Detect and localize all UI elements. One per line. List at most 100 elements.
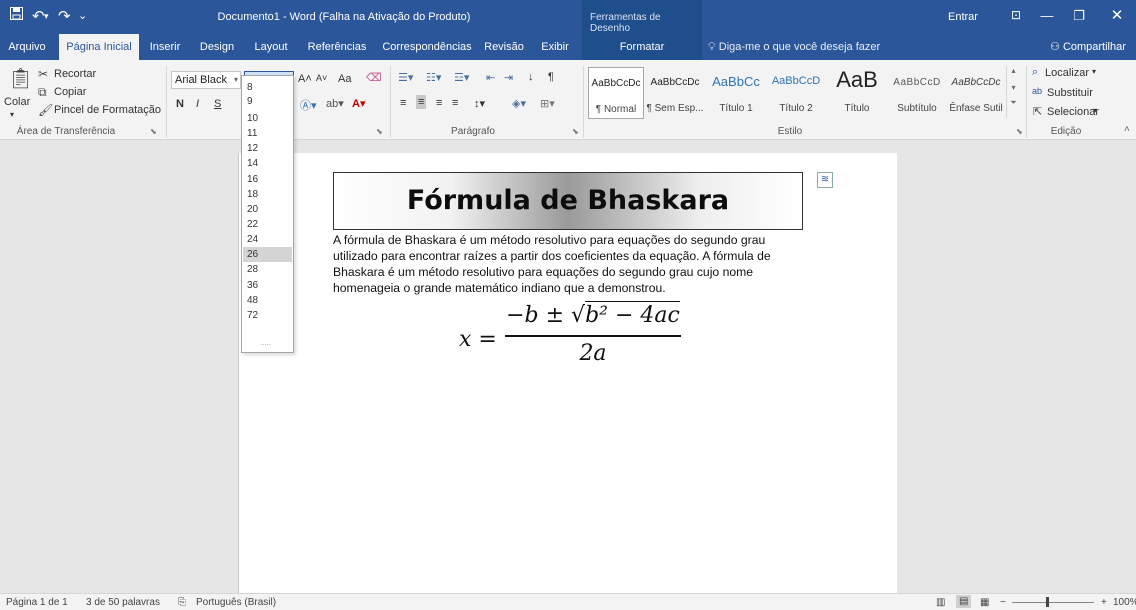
- font-name-combo[interactable]: Arial Black ▾: [171, 71, 241, 89]
- zoom-level[interactable]: 100%: [1113, 597, 1136, 608]
- paste-dropdown-icon[interactable]: ▾: [10, 110, 14, 119]
- equation[interactable]: x = −b ± √b² − 4ac 2a: [459, 301, 699, 383]
- minimize-icon[interactable]: —: [1032, 8, 1062, 23]
- tab-design[interactable]: Design: [196, 34, 238, 60]
- style-normal[interactable]: AaBbCcDc ¶ Normal: [588, 67, 644, 119]
- tab-inserir[interactable]: Inserir: [146, 34, 184, 60]
- italic-button[interactable]: I: [196, 98, 199, 110]
- print-layout-icon[interactable]: ▤: [956, 595, 972, 608]
- tab-correspondencias[interactable]: Correspondências: [380, 34, 474, 60]
- chevron-down-icon[interactable]: ▾: [1093, 106, 1097, 115]
- font-size-option[interactable]: 16: [243, 172, 292, 187]
- chevron-down-icon[interactable]: ▾: [1007, 83, 1020, 92]
- font-size-option[interactable]: 20: [243, 202, 292, 217]
- chevron-down-icon[interactable]: ▾: [1092, 67, 1096, 76]
- font-size-option[interactable]: 11: [243, 126, 292, 141]
- font-size-option[interactable]: 36: [243, 278, 292, 293]
- zoom-in-icon[interactable]: +: [1101, 597, 1107, 608]
- layout-options-icon[interactable]: ≋: [817, 172, 833, 188]
- tab-referencias[interactable]: Referências: [306, 34, 368, 60]
- proofing-icon[interactable]: ⎘: [178, 597, 186, 608]
- heading-textbox[interactable]: Fórmula de Bhaskara: [333, 172, 803, 230]
- font-size-option[interactable]: 12: [243, 141, 292, 156]
- font-size-option[interactable]: 8: [243, 80, 292, 95]
- grow-font-icon[interactable]: A˄: [298, 73, 312, 85]
- close-icon[interactable]: ✕: [1102, 6, 1132, 24]
- underline-button[interactable]: S: [214, 98, 221, 110]
- replace-button[interactable]: Substituir: [1047, 87, 1093, 99]
- more-styles-icon[interactable]: ⏷: [1007, 98, 1020, 108]
- word-count[interactable]: 3 de 50 palavras: [86, 597, 160, 608]
- justify-icon[interactable]: ≡: [452, 97, 458, 109]
- collapse-ribbon-icon[interactable]: ˄: [1124, 124, 1130, 135]
- restore-icon[interactable]: ❐: [1064, 8, 1094, 24]
- font-size-option[interactable]: 10: [243, 111, 292, 126]
- zoom-slider-thumb[interactable]: [1046, 597, 1049, 607]
- find-button[interactable]: Localizar: [1045, 67, 1089, 79]
- font-size-option[interactable]: 24: [243, 232, 292, 247]
- clipboard-launcher-icon[interactable]: ⬊: [150, 127, 157, 136]
- styles-launcher-icon[interactable]: ⬊: [1016, 127, 1023, 136]
- font-size-option[interactable]: 14: [243, 156, 292, 171]
- bold-button[interactable]: N: [176, 98, 184, 110]
- highlight-color-icon[interactable]: ab▾: [326, 97, 344, 110]
- tab-layout[interactable]: Layout: [250, 34, 292, 60]
- pilcrow-icon[interactable]: ¶: [548, 71, 554, 83]
- style-enfase-sutil[interactable]: AaBbCcDc Ênfase Sutil: [948, 67, 1004, 119]
- line-spacing-icon[interactable]: ↕▾: [474, 97, 485, 110]
- align-right-icon[interactable]: ≡: [436, 97, 442, 109]
- text-effects-icon[interactable]: Ⓐ▾: [300, 97, 317, 113]
- change-case-button[interactable]: Aa: [338, 73, 351, 85]
- font-size-option[interactable]: 26: [243, 247, 292, 262]
- select-button[interactable]: Selecionar: [1047, 106, 1099, 118]
- cut-button[interactable]: Recortar: [54, 68, 96, 80]
- zoom-slider[interactable]: [1012, 602, 1094, 603]
- bullets-icon[interactable]: ☰▾: [398, 71, 413, 84]
- font-size-option[interactable]: 72: [243, 308, 292, 323]
- copy-button[interactable]: Copiar: [54, 86, 86, 98]
- tell-me-box[interactable]: 💡︎ Diga-me o que você deseja fazer: [708, 34, 880, 60]
- signin-link[interactable]: Entrar: [948, 11, 978, 23]
- multilevel-list-icon[interactable]: ☲▾: [454, 71, 469, 84]
- clear-formatting-icon[interactable]: ⌫: [366, 71, 382, 84]
- tab-revisao[interactable]: Revisão: [482, 34, 526, 60]
- web-layout-icon[interactable]: ▦: [980, 597, 989, 608]
- style-titulo-2[interactable]: AaBbCcD Título 2: [768, 67, 824, 119]
- style-titulo-1[interactable]: AaBbCc Título 1: [708, 67, 764, 119]
- ribbon-display-options-icon[interactable]: ⊡: [1001, 8, 1031, 22]
- font-size-option[interactable]: 9: [243, 94, 292, 109]
- tab-formatar[interactable]: Formatar: [582, 34, 702, 60]
- tab-arquivo[interactable]: Arquivo: [4, 34, 50, 60]
- styles-gallery-scroll[interactable]: ▴ ▾ ⏷: [1006, 66, 1020, 118]
- increase-indent-icon[interactable]: ⇥: [504, 71, 513, 84]
- shrink-font-icon[interactable]: A˅: [316, 73, 327, 83]
- font-launcher-icon[interactable]: ⬊: [376, 127, 383, 136]
- font-size-option[interactable]: 28: [243, 262, 292, 277]
- numbering-icon[interactable]: ☷▾: [426, 71, 441, 84]
- style-titulo[interactable]: AaB Título: [828, 67, 886, 119]
- format-painter-button[interactable]: Pincel de Formatação: [54, 104, 161, 116]
- document-paragraph[interactable]: A fórmula de Bhaskara é um método resolu…: [333, 232, 785, 296]
- tab-exibir[interactable]: Exibir: [536, 34, 574, 60]
- chevron-up-icon[interactable]: ▴: [1007, 66, 1020, 75]
- borders-icon[interactable]: ⊞▾: [540, 97, 555, 110]
- paste-icon[interactable]: 📋︎: [8, 66, 33, 91]
- style-subtitulo[interactable]: AaBbCcD Subtítulo: [888, 67, 946, 119]
- paste-button[interactable]: Colar: [4, 96, 30, 108]
- font-size-option[interactable]: 18: [243, 187, 292, 202]
- font-size-option[interactable]: 48: [243, 293, 292, 308]
- sort-icon[interactable]: ↓: [528, 71, 534, 83]
- paragraph-launcher-icon[interactable]: ⬊: [572, 127, 579, 136]
- language[interactable]: Português (Brasil): [196, 597, 276, 608]
- dropdown-resize-grip[interactable]: .....: [260, 338, 271, 347]
- document-page[interactable]: Fórmula de Bhaskara ≋ A fórmula de Bhask…: [239, 153, 897, 593]
- share-button[interactable]: ⚇ Compartilhar: [1040, 34, 1136, 60]
- font-color-icon[interactable]: A▾: [352, 97, 365, 110]
- style-sem-espacamento[interactable]: AaBbCcDc ¶ Sem Esp...: [646, 67, 704, 119]
- align-center-icon[interactable]: ≡: [416, 95, 427, 109]
- align-left-icon[interactable]: ≡: [400, 97, 406, 109]
- page-count[interactable]: Página 1 de 1: [6, 597, 68, 608]
- font-size-option[interactable]: 22: [243, 217, 292, 232]
- shading-icon[interactable]: ◈▾: [512, 97, 526, 110]
- tab-pagina-inicial[interactable]: Página Inicial: [59, 34, 139, 60]
